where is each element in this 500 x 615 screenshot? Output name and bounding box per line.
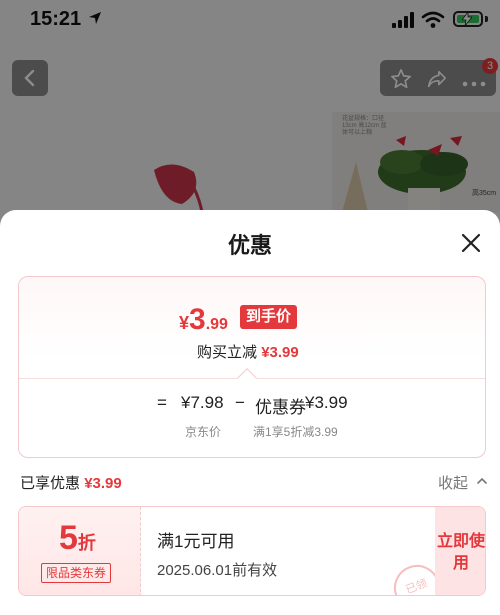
enjoyed-value: ¥3.99 xyxy=(84,475,122,492)
final-price-integer: 3 xyxy=(189,303,206,336)
close-icon[interactable] xyxy=(458,230,484,256)
coupon-discount: 5折 xyxy=(59,519,96,558)
enjoyed-discount-line: 已享优惠 ¥3.99 xyxy=(20,472,122,493)
chevron-up-icon[interactable] xyxy=(476,475,488,487)
formula-minus: − xyxy=(235,393,245,412)
buy-discount-label: 购买立减 xyxy=(197,344,258,361)
formula-base-price: ¥7.98 xyxy=(181,393,224,412)
use-now-label: 立即使用 xyxy=(436,533,485,572)
sheet-title: 优惠 xyxy=(227,233,272,258)
formula-coupon-label: 优惠券 xyxy=(255,398,306,417)
coupon-discount-number: 5 xyxy=(59,519,78,557)
base-price-caption: 京东价 xyxy=(185,425,222,439)
final-price: ¥3.99 xyxy=(179,303,228,337)
collapse-button[interactable]: 收起 xyxy=(438,472,468,493)
coupon-condition: 满1元可用 xyxy=(157,532,235,551)
final-price-tag: 到手价 xyxy=(240,305,298,329)
formula-coupon-value: ¥3.99 xyxy=(305,393,348,412)
enjoyed-label: 已享优惠 xyxy=(20,475,81,492)
coupon-value-section: 5折 限品类东券 xyxy=(19,507,141,595)
coupon-card: 5折 限品类东券 满1元可用 2025.06.01前有效 已领 立即使用 xyxy=(18,506,486,596)
final-price-currency: ¥ xyxy=(179,313,190,333)
coupon-scope-tag: 限品类东券 xyxy=(41,563,112,583)
formula-equals: = xyxy=(157,393,167,412)
coupon-expiry: 2025.06.01前有效 xyxy=(157,562,278,579)
discount-sheet: 优惠 ¥3.99 到手价 购买立减 ¥3.99 = ¥7.98 − 优惠券 ¥3… xyxy=(0,210,500,615)
final-price-decimal: .99 xyxy=(205,316,228,333)
buy-discount-value: ¥3.99 xyxy=(261,344,299,361)
coupon-caption: 满1享5折减3.99 xyxy=(253,425,338,439)
use-now-button[interactable]: 立即使用 xyxy=(435,507,485,595)
buy-discount-line: 购买立减 ¥3.99 xyxy=(197,341,299,362)
price-breakdown-card: ¥3.99 到手价 购买立减 ¥3.99 = ¥7.98 − 优惠券 ¥3.99… xyxy=(18,276,486,458)
coupon-discount-unit: 折 xyxy=(77,533,96,553)
final-price-section: ¥3.99 到手价 购买立减 ¥3.99 xyxy=(19,277,485,377)
